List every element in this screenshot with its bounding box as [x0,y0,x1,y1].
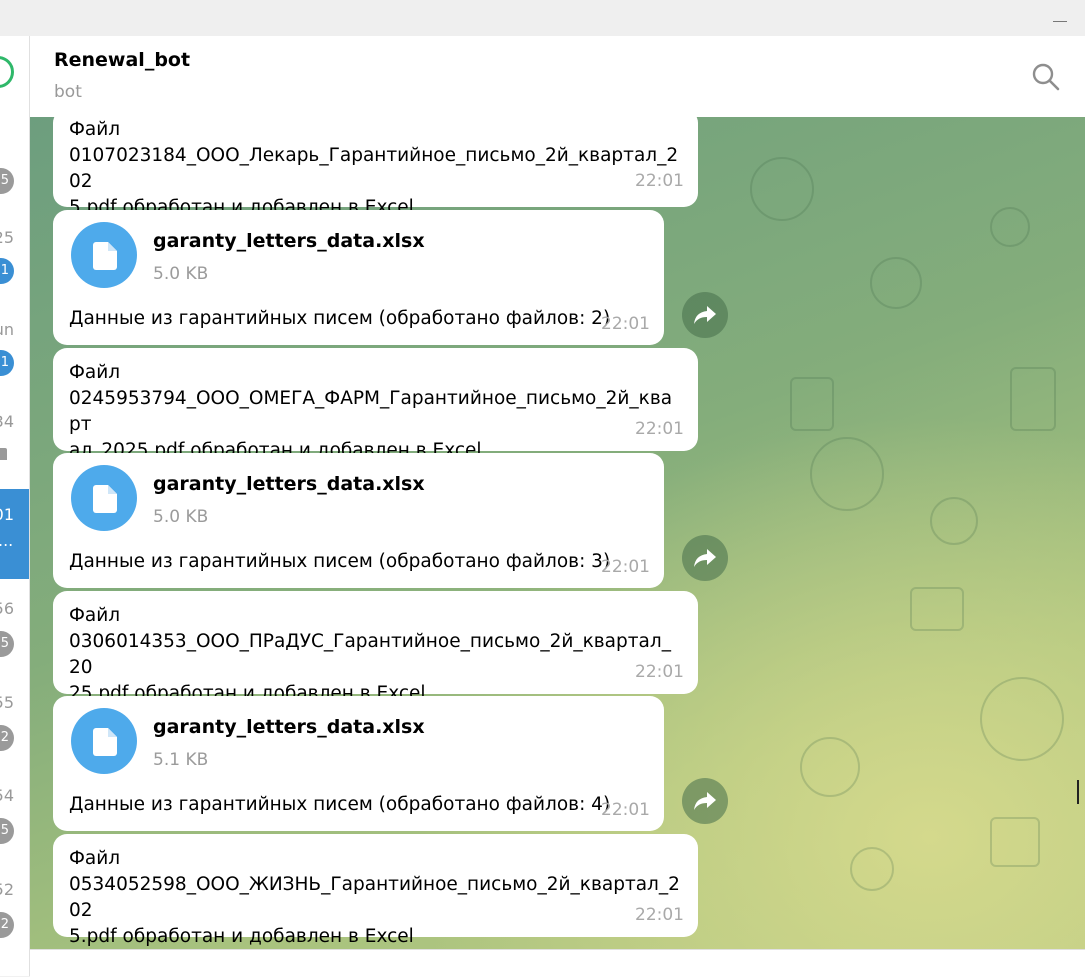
avatar[interactable] [0,56,14,88]
background-doodle [750,157,814,221]
message-bubble[interactable]: Файл 0107023184_ООО_Лекарь_Гарантийное_п… [53,117,698,218]
background-doodle [800,737,860,797]
unread-badge: 1 [0,258,14,284]
message-bubble[interactable]: Файл 0245953794_ООО_ОМЕГА_ФАРМ_Гарантийн… [53,348,698,461]
file-caption: Данные из гарантийных писем (обработано … [69,794,611,815]
chat-title: Renewal_bot [54,49,191,71]
chat-header[interactable]: Renewal_bot bot [30,36,1085,118]
unread-badge: 5 [0,631,14,657]
forward-button[interactable] [682,292,728,338]
background-doodle [990,817,1040,867]
file-message-bubble[interactable]: garanty_letters_data.xlsx 5.0 KB Данные … [53,210,664,345]
unread-badge: 2 [0,912,14,938]
file-caption: Данные из гарантийных писем (обработано … [69,551,611,572]
chat-time: 34 [0,412,14,431]
chat-list-item[interactable]: un 1 [0,316,29,406]
chat-status: bot [54,82,82,102]
chat-time: 01 [0,505,14,524]
background-doodle [990,207,1030,247]
message-line: 0245953794_ООО_ОМЕГА_ФАРМ_Гарантийное_пи… [69,388,673,435]
chat-time: 55 [0,693,14,712]
file-name[interactable]: garanty_letters_data.xlsx [153,473,425,495]
message-line: 0534052598_ООО_ЖИЗНЬ_Гарантийное_письмо_… [69,874,680,921]
message-area[interactable]: Файл 0107023184_ООО_Лекарь_Гарантийное_п… [30,117,1085,949]
message-line: 5.pdf обработан и добавлен в Excel [69,926,414,947]
chat-list-item[interactable]: 52 2 [0,876,29,966]
background-doodle [910,587,964,631]
file-download-button[interactable] [71,465,137,531]
message-line: Файл [69,605,121,626]
chat-list-strip[interactable]: 5 25 1 un 1 34 01 ... 56 5 55 2 54 5 52 … [0,36,30,976]
file-size: 5.0 KB [153,264,209,284]
message-time: 22:01 [635,905,684,925]
message-bubble[interactable]: Файл 0306014353_ООО_ПРаДУС_Гарантийное_п… [53,591,698,704]
chat-list-item[interactable]: 54 5 [0,782,29,872]
chat-time: 52 [0,880,14,899]
background-doodle [870,257,922,309]
chat-time: un [0,320,14,339]
minimize-button[interactable] [1053,21,1067,22]
forward-button[interactable] [682,778,728,824]
chat-list-item[interactable]: 25 1 [0,222,29,312]
file-size: 5.1 KB [153,750,209,770]
background-doodle [930,497,978,545]
chat-snippet: ... [0,531,14,550]
forward-icon [694,792,716,810]
file-message-bubble[interactable]: garanty_letters_data.xlsx 5.0 KB Данные … [53,453,664,588]
file-caption: Данные из гарантийных писем (обработано … [69,308,611,329]
mouse-cursor [1077,780,1085,804]
message-time: 22:01 [601,800,650,820]
forward-icon [694,306,716,324]
window-titlebar [0,0,1085,37]
file-name[interactable]: garanty_letters_data.xlsx [153,716,425,738]
background-doodle [1010,367,1056,431]
chat-list-item[interactable]: 55 2 [0,689,29,779]
message-time: 22:01 [601,314,650,334]
forward-button[interactable] [682,535,728,581]
message-time: 22:01 [635,662,684,682]
unread-badge: 5 [0,168,14,194]
background-doodle [980,677,1064,761]
message-line: 0306014353_ООО_ПРаДУС_Гарантийное_письмо… [69,631,671,678]
background-doodle [850,847,894,891]
chat-list-item[interactable]: 34 [0,408,29,498]
file-message-bubble[interactable]: garanty_letters_data.xlsx 5.1 KB Данные … [53,696,664,831]
message-line: 0107023184_ООО_Лекарь_Гарантийное_письмо… [69,145,679,192]
file-download-button[interactable] [71,708,137,774]
unread-badge: 1 [0,350,14,376]
message-line: Файл [69,848,121,869]
chat-list-item-active[interactable]: 01 ... [0,489,29,579]
unread-badge: 2 [0,725,14,751]
background-doodle [810,437,884,511]
message-time: 22:01 [601,557,650,577]
message-time: 22:01 [635,171,684,191]
background-doodle [790,377,834,431]
file-download-button[interactable] [71,222,137,288]
chat-time: 54 [0,786,14,805]
message-line: Файл [69,362,121,383]
file-size: 5.0 KB [153,507,209,527]
chat-list-item[interactable]: 56 5 [0,595,29,685]
document-icon [93,728,117,756]
pin-icon [0,448,7,460]
search-icon[interactable] [1031,62,1061,92]
message-input-bar[interactable] [30,949,1085,977]
message-bubble[interactable]: Файл 0534052598_ООО_ЖИЗНЬ_Гарантийное_пи… [53,834,698,947]
unread-badge: 5 [0,818,14,844]
chat-time: 25 [0,228,14,247]
file-name[interactable]: garanty_letters_data.xlsx [153,230,425,252]
document-icon [93,242,117,270]
document-icon [93,485,117,513]
message-line: Файл [69,119,121,140]
forward-icon [694,549,716,567]
message-time: 22:01 [635,419,684,439]
chat-time: 56 [0,599,14,618]
